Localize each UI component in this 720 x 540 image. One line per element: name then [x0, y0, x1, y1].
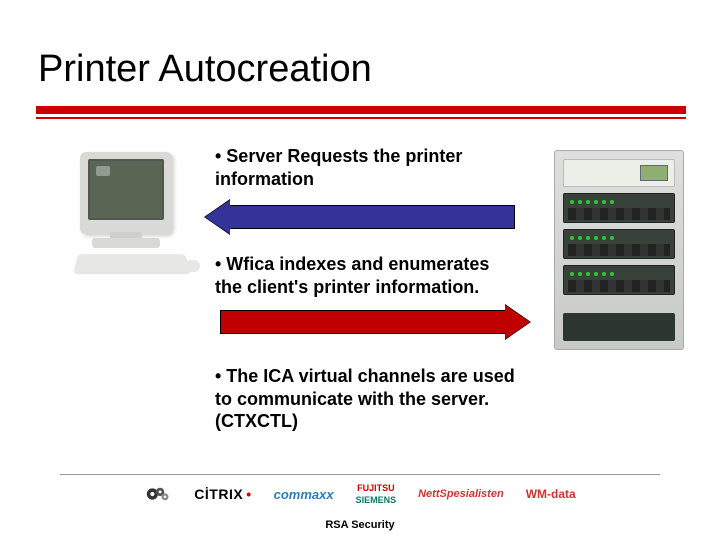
citrix-logo-text: CİTRIX	[194, 486, 243, 502]
wm-data-logo: WM-data	[526, 487, 576, 501]
server-rack-icon	[554, 150, 684, 350]
bullet-3: • The ICA virtual channels are used to c…	[215, 365, 525, 433]
bullet-1: • Server Requests the printer informatio…	[215, 145, 495, 190]
siemens-text: SIEMENS	[356, 496, 397, 505]
cog-logo-icon	[144, 482, 172, 506]
page-title: Printer Autocreation	[38, 48, 372, 91]
arrow-left	[205, 200, 515, 234]
rsa-security-text: RSA Security	[0, 519, 720, 531]
nettspesialisten-logo: NettSpesialisten	[418, 488, 504, 500]
fujitsu-text: FUJITSU	[357, 484, 395, 493]
footer-logos: CİTRIX• commaxx FUJITSU SIEMENS NettSpes…	[0, 480, 720, 508]
arrow-right	[220, 305, 530, 339]
commaxx-logo: commaxx	[274, 487, 334, 502]
bullet-2: • Wfica indexes and enumerates the clien…	[215, 253, 495, 298]
citrix-dot-icon: •	[246, 486, 251, 502]
footer-divider	[60, 474, 660, 475]
client-computer-icon	[52, 152, 197, 292]
citrix-logo: CİTRIX•	[194, 486, 251, 502]
title-underline-thick	[36, 106, 686, 114]
fujitsu-siemens-logo: FUJITSU SIEMENS	[356, 484, 397, 505]
title-underline-thin	[36, 117, 686, 119]
